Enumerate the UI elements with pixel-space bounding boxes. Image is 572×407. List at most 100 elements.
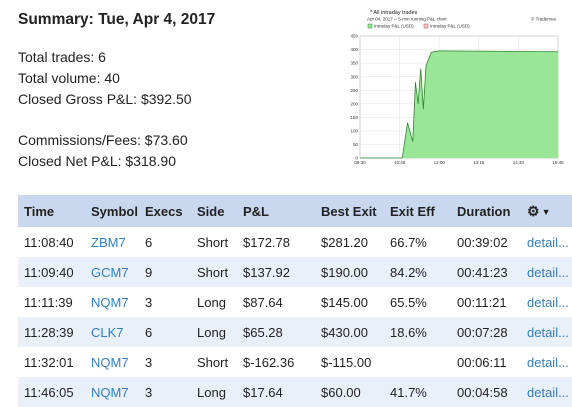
cell-time: 11:28:39 bbox=[18, 317, 85, 347]
table-row[interactable]: 11:09:40GCM79Short$137.92$190.0084.2%00:… bbox=[18, 257, 572, 287]
cell-duration: 00:41:23 bbox=[451, 257, 521, 287]
cell-pnl: $65.28 bbox=[237, 317, 315, 347]
closed-net-pnl: Closed Net P&L: $318.90 bbox=[18, 151, 348, 172]
table-row[interactable]: 11:32:01NQM73Short$-162.36$-115.00 00:06:… bbox=[18, 347, 572, 377]
col-execs[interactable]: Execs bbox=[139, 195, 191, 227]
cell-duration: 00:06:11 bbox=[451, 347, 521, 377]
chevron-down-icon[interactable]: ▼ bbox=[542, 207, 551, 217]
cell-pnl: $17.64 bbox=[237, 377, 315, 407]
x-tick-label: 15:45 bbox=[552, 160, 564, 165]
detail-link[interactable]: detail... bbox=[521, 347, 572, 377]
cell-symbol[interactable]: ZBM7 bbox=[85, 227, 139, 257]
cell-best-exit: $-115.00 bbox=[315, 347, 384, 377]
y-tick-label: 100 bbox=[350, 128, 358, 133]
cell-side: Long bbox=[191, 377, 237, 407]
col-symbol[interactable]: Symbol bbox=[85, 195, 139, 227]
detail-link[interactable]: detail... bbox=[521, 317, 572, 347]
table-row[interactable]: 11:08:40ZBM76Short$172.78$281.2066.7%00:… bbox=[18, 227, 572, 257]
cell-best-exit: $430.00 bbox=[315, 317, 384, 347]
legend-label-2: Intraday P&L (USD) bbox=[430, 24, 470, 29]
summary-title: Summary: Tue, Apr 4, 2017 bbox=[18, 11, 348, 29]
cell-side: Short bbox=[191, 257, 237, 287]
cell-duration: 00:11:21 bbox=[451, 287, 521, 317]
table-row[interactable]: 11:11:39NQM73Long$87.64$145.0065.5%00:11… bbox=[18, 287, 572, 317]
cell-exit-eff: 84.2% bbox=[384, 257, 451, 287]
cell-side: Short bbox=[191, 347, 237, 377]
y-tick-label: 300 bbox=[350, 74, 358, 79]
cell-execs: 3 bbox=[139, 377, 191, 407]
cell-symbol[interactable]: GCM7 bbox=[85, 257, 139, 287]
y-tick-label: 400 bbox=[350, 47, 358, 52]
cell-execs: 9 bbox=[139, 257, 191, 287]
cell-execs: 3 bbox=[139, 347, 191, 377]
cell-execs: 6 bbox=[139, 317, 191, 347]
cell-symbol[interactable]: NQM7 bbox=[85, 377, 139, 407]
legend-swatch-2 bbox=[424, 24, 428, 28]
cell-duration: 00:04:58 bbox=[451, 377, 521, 407]
cell-symbol[interactable]: NQM7 bbox=[85, 287, 139, 317]
pnl-chart-svg: * All intraday trades Apr 04, 2017 -- 5-… bbox=[336, 6, 564, 176]
cell-exit-eff: 65.5% bbox=[384, 287, 451, 317]
legend-swatch-1 bbox=[368, 24, 372, 28]
y-tick-label: 50 bbox=[353, 142, 359, 147]
x-tick-label: 09:30 bbox=[354, 160, 366, 165]
col-pnl[interactable]: P&L bbox=[237, 195, 315, 227]
cell-best-exit: $60.00 bbox=[315, 377, 384, 407]
detail-link[interactable]: detail... bbox=[521, 227, 572, 257]
table-row[interactable]: 11:46:05NQM73Long$17.64$60.0041.7%00:04:… bbox=[18, 377, 572, 407]
table-row[interactable]: 11:28:39CLK76Long$65.28$430.0018.6%00:07… bbox=[18, 317, 572, 347]
col-time[interactable]: Time bbox=[18, 195, 85, 227]
cell-time: 11:46:05 bbox=[18, 377, 85, 407]
cell-duration: 00:39:02 bbox=[451, 227, 521, 257]
x-tick-label: 10:45 bbox=[394, 160, 406, 165]
y-tick-label: 350 bbox=[350, 61, 358, 66]
cell-exit-eff: 41.7% bbox=[384, 377, 451, 407]
cell-side: Long bbox=[191, 317, 237, 347]
x-tick-label: 12:00 bbox=[434, 160, 446, 165]
detail-link[interactable]: detail... bbox=[521, 257, 572, 287]
closed-gross-pnl: Closed Gross P&L: $392.50 bbox=[18, 89, 348, 110]
chart-title: * All intraday trades bbox=[370, 10, 418, 16]
commissions-fees: Commissions/Fees: $73.60 bbox=[18, 130, 348, 151]
cell-pnl: $87.64 bbox=[237, 287, 315, 317]
y-tick-label: 450 bbox=[350, 34, 358, 39]
cell-execs: 3 bbox=[139, 287, 191, 317]
gear-icon[interactable]: ⚙ bbox=[527, 203, 540, 220]
cell-exit-eff: 66.7% bbox=[384, 227, 451, 257]
x-tick-label: 13:15 bbox=[473, 160, 485, 165]
cell-exit-eff bbox=[384, 347, 451, 377]
y-tick-label: 150 bbox=[350, 115, 358, 120]
cell-side: Short bbox=[191, 227, 237, 257]
cell-best-exit: $190.00 bbox=[315, 257, 384, 287]
settings-menu[interactable]: ⚙▼ bbox=[521, 195, 572, 227]
col-side[interactable]: Side bbox=[191, 195, 237, 227]
detail-link[interactable]: detail... bbox=[521, 377, 572, 407]
cell-time: 11:11:39 bbox=[18, 287, 85, 317]
cell-symbol[interactable]: NQM7 bbox=[85, 347, 139, 377]
pnl-chart: * All intraday trades Apr 04, 2017 -- 5-… bbox=[336, 6, 564, 176]
chart-subtitle: Apr 04, 2017 -- 5-min running P&L chart bbox=[367, 17, 447, 22]
cell-symbol[interactable]: CLK7 bbox=[85, 317, 139, 347]
cell-pnl: $137.92 bbox=[237, 257, 315, 287]
col-best-exit[interactable]: Best Exit bbox=[315, 195, 384, 227]
col-exit-eff[interactable]: Exit Eff bbox=[384, 195, 451, 227]
chart-brand: © Tradervue bbox=[531, 16, 556, 22]
legend-label-1: Intraday P&L (USD) bbox=[374, 24, 414, 29]
cell-side: Long bbox=[191, 287, 237, 317]
cell-time: 11:32:01 bbox=[18, 347, 85, 377]
cell-time: 11:08:40 bbox=[18, 227, 85, 257]
total-trades: Total trades: 6 bbox=[18, 47, 348, 68]
cell-duration: 00:07:28 bbox=[451, 317, 521, 347]
col-duration[interactable]: Duration bbox=[451, 195, 521, 227]
total-volume: Total volume: 40 bbox=[18, 68, 348, 89]
cell-pnl: $-162.36 bbox=[237, 347, 315, 377]
detail-link[interactable]: detail... bbox=[521, 287, 572, 317]
cell-pnl: $172.78 bbox=[237, 227, 315, 257]
table-header-row: Time Symbol Execs Side P&L Best Exit Exi… bbox=[18, 195, 572, 227]
y-tick-label: 250 bbox=[350, 88, 358, 93]
y-tick-label: 200 bbox=[350, 101, 358, 106]
cell-execs: 6 bbox=[139, 227, 191, 257]
cell-exit-eff: 18.6% bbox=[384, 317, 451, 347]
cell-best-exit: $145.00 bbox=[315, 287, 384, 317]
cell-best-exit: $281.20 bbox=[315, 227, 384, 257]
